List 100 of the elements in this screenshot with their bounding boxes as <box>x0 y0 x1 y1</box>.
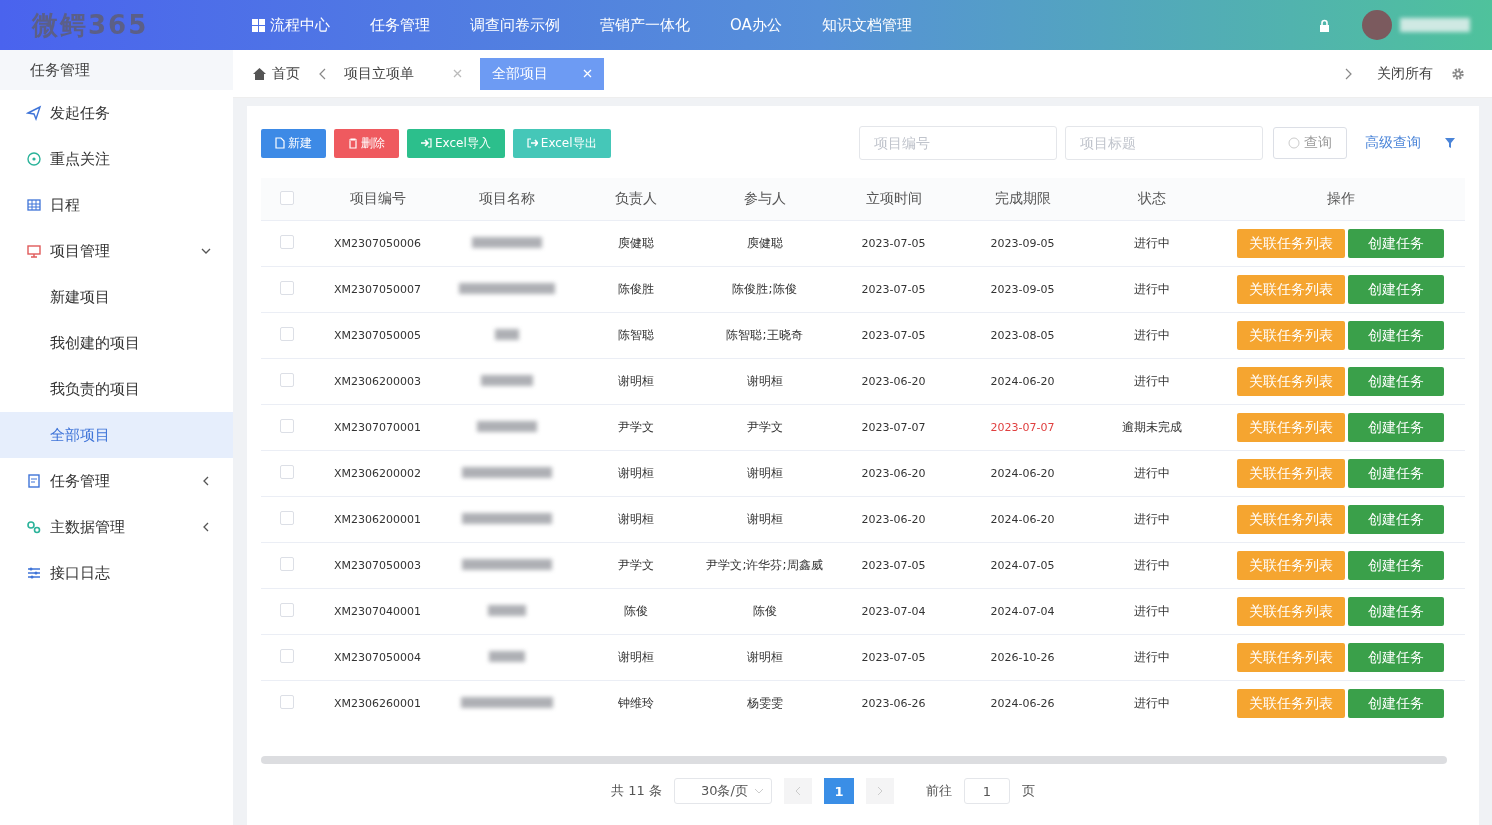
tab[interactable]: 全部项目 <box>480 57 604 90</box>
file-icon <box>275 137 285 149</box>
lock-icon[interactable] <box>1319 18 1330 32</box>
column-header: 操作 <box>1326 190 1355 206</box>
blurred-text <box>488 650 525 662</box>
table-cell: XM2306200001 <box>334 513 421 526</box>
scrollbar[interactable] <box>261 756 1447 764</box>
table-cell: 进行中 <box>1133 282 1170 296</box>
search-field[interactable]: 项目标题 <box>1065 126 1263 160</box>
related-tasks-button[interactable]: 关联任务列表 <box>1237 459 1345 488</box>
nav-item[interactable]: 任务管理 <box>370 15 430 35</box>
sidebar-item[interactable]: 项目管理 <box>0 228 233 274</box>
table-cell: 进行中 <box>1133 604 1170 618</box>
related-tasks-button[interactable]: 关联任务列表 <box>1237 597 1345 626</box>
page-button[interactable]: 1 <box>823 778 854 804</box>
table-cell: 陈俊 <box>623 604 648 618</box>
avatar[interactable] <box>1362 10 1392 40</box>
sidebar-item[interactable]: 日程 <box>0 182 233 228</box>
sidebar-item[interactable]: 发起任务 <box>0 90 233 136</box>
nav-item[interactable]: OA办公 <box>730 15 782 35</box>
new-button[interactable]: 新建 <box>261 128 326 158</box>
sidebar-item[interactable]: 任务管理 <box>0 458 233 504</box>
table-cell: 进行中 <box>1133 512 1170 526</box>
tab[interactable]: 项目立项单 <box>332 57 474 90</box>
checkbox[interactable] <box>280 511 294 525</box>
related-tasks-button[interactable]: 关联任务列表 <box>1237 413 1345 442</box>
nav-item[interactable]: 营销产一体化 <box>600 15 690 35</box>
grid-icon <box>252 18 265 32</box>
checkbox[interactable] <box>280 649 294 663</box>
sidebar-subitem[interactable]: 新建项目 <box>0 274 233 320</box>
logo-text: 微鳄365 <box>30 8 150 42</box>
tab[interactable]: 首页 <box>241 57 312 90</box>
related-tasks-button[interactable]: 关联任务列表 <box>1237 689 1345 718</box>
chevron-left-icon[interactable] <box>318 67 326 80</box>
search-field[interactable]: 项目编号 <box>859 126 1057 160</box>
gear-icon[interactable] <box>1451 66 1465 81</box>
table-cell: 庾健聪 <box>617 236 654 250</box>
sidebar-item[interactable]: 重点关注 <box>0 136 233 182</box>
table-cell: 2023-06-26 <box>861 697 926 710</box>
related-tasks-button[interactable]: 关联任务列表 <box>1237 505 1345 534</box>
related-tasks-button[interactable]: 关联任务列表 <box>1237 367 1345 396</box>
import-button[interactable]: Excel导入 <box>407 128 505 158</box>
nav-item[interactable]: 流程中心 <box>252 15 330 35</box>
sidebar-item[interactable]: 主数据管理 <box>0 504 233 550</box>
related-tasks-button[interactable]: 关联任务列表 <box>1237 643 1345 672</box>
page-size-select[interactable]: 30条/页 <box>673 778 772 804</box>
related-tasks-button[interactable]: 关联任务列表 <box>1237 275 1345 304</box>
page-input[interactable]: 1 <box>963 778 1010 804</box>
create-task-button[interactable]: 创建任务 <box>1348 643 1444 672</box>
table-cell: 陈俊 <box>752 604 777 618</box>
table-cell: XM2307050003 <box>334 559 421 572</box>
create-task-button[interactable]: 创建任务 <box>1348 367 1444 396</box>
chevron-right-icon[interactable] <box>1345 67 1353 80</box>
checkbox[interactable] <box>280 465 294 479</box>
column-header: 项目编号 <box>349 190 406 206</box>
create-task-button[interactable]: 创建任务 <box>1348 505 1444 534</box>
checkbox[interactable] <box>280 281 294 295</box>
checkbox[interactable] <box>280 603 294 617</box>
checkbox[interactable] <box>280 373 294 387</box>
related-tasks-button[interactable]: 关联任务列表 <box>1237 551 1345 580</box>
column-header: 项目名称 <box>478 190 535 206</box>
checkbox[interactable] <box>280 190 294 205</box>
related-tasks-button[interactable]: 关联任务列表 <box>1237 229 1345 258</box>
checkbox[interactable] <box>280 557 294 571</box>
chevron-icon <box>201 522 211 532</box>
table-cell: 进行中 <box>1133 466 1170 480</box>
export-button[interactable]: Excel导出 <box>512 128 611 158</box>
prev-page-button[interactable] <box>783 778 812 804</box>
next-page-button[interactable] <box>865 778 894 804</box>
table-cell: 尹学文 <box>746 420 783 434</box>
create-task-button[interactable]: 创建任务 <box>1348 229 1444 258</box>
close-icon[interactable] <box>453 69 462 78</box>
checkbox[interactable] <box>280 419 294 433</box>
sidebar-subitem[interactable]: 全部项目 <box>0 412 233 458</box>
advanced-search-link[interactable]: 高级查询 <box>1365 134 1421 152</box>
nav-item[interactable]: 调查问卷示例 <box>470 15 560 35</box>
close-all-link[interactable]: 关闭所有 <box>1377 64 1433 83</box>
create-task-button[interactable]: 创建任务 <box>1348 413 1444 442</box>
create-task-button[interactable]: 创建任务 <box>1348 597 1444 626</box>
sidebar-subitem[interactable]: 我负责的项目 <box>0 366 233 412</box>
table-cell: XM2307070001 <box>334 421 421 434</box>
query-button[interactable]: 查询 <box>1273 127 1347 159</box>
create-task-button[interactable]: 创建任务 <box>1348 459 1444 488</box>
table-cell: 2023-07-07 <box>990 421 1055 434</box>
delete-button[interactable]: 删除 <box>334 128 399 158</box>
checkbox[interactable] <box>280 235 294 249</box>
create-task-button[interactable]: 创建任务 <box>1348 551 1444 580</box>
checkbox[interactable] <box>280 695 294 709</box>
table-cell: XM2307050006 <box>334 237 421 250</box>
table-cell: 2023-07-05 <box>861 237 926 250</box>
create-task-button[interactable]: 创建任务 <box>1348 275 1444 304</box>
filter-icon[interactable] <box>1445 138 1455 148</box>
related-tasks-button[interactable]: 关联任务列表 <box>1237 321 1345 350</box>
table-cell: 谢明桓 <box>617 650 654 664</box>
nav-item[interactable]: 知识文档管理 <box>821 15 912 35</box>
create-task-button[interactable]: 创建任务 <box>1348 321 1444 350</box>
checkbox[interactable] <box>280 327 294 341</box>
create-task-button[interactable]: 创建任务 <box>1348 689 1444 718</box>
sidebar-item[interactable]: 接口日志 <box>0 550 233 596</box>
sidebar-subitem[interactable]: 我创建的项目 <box>0 320 233 366</box>
